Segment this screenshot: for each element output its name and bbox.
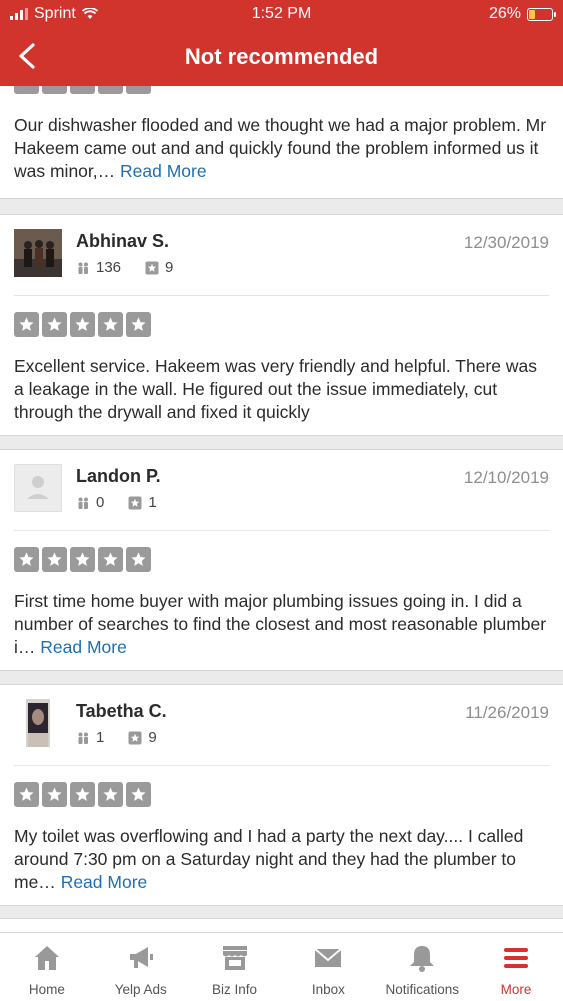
star-icon: [42, 782, 67, 807]
star-icon: [42, 547, 67, 572]
review-body: Our dishwasher flooded and we thought we…: [14, 115, 547, 181]
reviewer-row[interactable]: Abhinav S. 12/30/2019 136 9: [14, 215, 549, 296]
star-icon: [70, 312, 95, 337]
tab-label: Biz Info: [212, 982, 258, 997]
tab-yelp-ads[interactable]: Yelp Ads: [94, 933, 188, 1001]
page-title: Not recommended: [184, 44, 379, 69]
review-card: Abhinav S. 12/30/2019 136 9 Excellent se: [0, 214, 563, 436]
review-card: Tabetha C. 11/26/2019 1 9 My toilet was: [0, 684, 563, 906]
star-icon: [98, 547, 123, 572]
reviewer-name[interactable]: Abhinav S.: [76, 231, 169, 252]
avatar[interactable]: [14, 699, 62, 747]
default-avatar-icon: [27, 476, 49, 499]
read-more-link[interactable]: Read More: [120, 161, 207, 181]
review-text: Excellent service. Hakeem was very frien…: [14, 355, 549, 424]
friends-icon: [78, 732, 88, 744]
star-icon: [98, 86, 123, 94]
review-text: My toilet was overflowing and I had a pa…: [14, 825, 549, 894]
tab-home[interactable]: Home: [0, 933, 94, 1001]
star-icon: [126, 782, 151, 807]
star-icon: [70, 782, 95, 807]
review-card: Our dishwasher flooded and we thought we…: [0, 86, 563, 199]
review-list[interactable]: Our dishwasher flooded and we thought we…: [0, 86, 563, 932]
star-rating: [14, 782, 549, 807]
tab-label: Yelp Ads: [114, 982, 167, 997]
tab-label: More: [500, 982, 532, 997]
read-more-link[interactable]: Read More: [40, 637, 127, 657]
review-count-icon: [128, 496, 142, 509]
star-icon: [126, 86, 151, 94]
top-bar: Sprint 1:52 PM 26% Not recommended: [0, 0, 563, 86]
reviews-count: 9: [148, 729, 157, 746]
review-date: 12/10/2019: [463, 468, 549, 487]
bell-icon: [410, 946, 435, 972]
storefront-icon: [222, 946, 247, 970]
avatar[interactable]: [14, 229, 62, 277]
review-date: 11/26/2019: [465, 703, 549, 722]
reviewer-row[interactable]: Tabetha C. 11/26/2019 1 9: [14, 685, 549, 766]
tab-inbox[interactable]: Inbox: [281, 933, 375, 1001]
friends-count: 0: [96, 494, 105, 511]
reviewer-stats: 1 9: [76, 729, 157, 746]
review-text: First time home buyer with major plumbin…: [14, 590, 549, 659]
tab-notifications[interactable]: Notifications: [375, 933, 469, 1001]
star-icon: [98, 782, 123, 807]
star-icon: [126, 547, 151, 572]
home-icon: [34, 946, 59, 970]
review-date: 12/30/2019: [463, 233, 549, 252]
avatar[interactable]: [14, 464, 62, 512]
status-bar: Sprint 1:52 PM 26%: [0, 0, 563, 28]
star-rating: [14, 312, 549, 337]
star-icon: [14, 547, 39, 572]
friends-count: 136: [96, 259, 122, 276]
star-icon: [14, 782, 39, 807]
battery-percent: 26%: [488, 5, 521, 22]
review-card: [0, 918, 563, 932]
star-icon: [14, 312, 39, 337]
star-icon: [126, 312, 151, 337]
reviewer-stats: 136 9: [76, 259, 173, 276]
tab-biz-info[interactable]: Biz Info: [188, 933, 282, 1001]
review-text: Our dishwasher flooded and we thought we…: [14, 114, 549, 183]
review-card: Landon P. 12/10/2019 0 1 First time home: [0, 449, 563, 671]
read-more-link[interactable]: Read More: [61, 872, 148, 892]
menu-icon: [504, 948, 529, 968]
tab-bar: Home Yelp Ads Biz Info Inbox Notificatio…: [0, 932, 563, 1001]
reviewer-name[interactable]: Tabetha C.: [76, 701, 167, 722]
star-rating: [14, 547, 549, 572]
reviews-count: 9: [165, 259, 174, 276]
tab-label: Inbox: [311, 982, 345, 997]
reviews-count: 1: [148, 494, 157, 511]
star-icon: [98, 312, 123, 337]
star-icon: [70, 547, 95, 572]
star-icon: [42, 86, 67, 94]
battery-icon: [527, 7, 556, 21]
tab-label: Notifications: [385, 982, 459, 997]
tab-label: Home: [28, 982, 65, 997]
star-icon: [70, 86, 95, 94]
star-icon: [42, 312, 67, 337]
friends-icon: [78, 262, 88, 274]
megaphone-icon: [129, 947, 153, 968]
review-count-icon: [128, 731, 142, 744]
review-count-icon: [145, 261, 159, 274]
tab-more[interactable]: More: [469, 933, 563, 1001]
reviewer-name[interactable]: Landon P.: [76, 466, 161, 487]
review-body: Excellent service. Hakeem was very frien…: [14, 356, 537, 422]
friends-count: 1: [96, 729, 105, 746]
star-icon: [14, 86, 39, 94]
star-rating: [14, 86, 151, 94]
reviewer-stats: 0 1: [76, 494, 157, 511]
envelope-icon: [314, 948, 343, 967]
reviewer-row[interactable]: Landon P. 12/10/2019 0 1: [14, 450, 549, 531]
friends-icon: [78, 497, 88, 509]
status-time: 1:52 PM: [251, 5, 312, 22]
